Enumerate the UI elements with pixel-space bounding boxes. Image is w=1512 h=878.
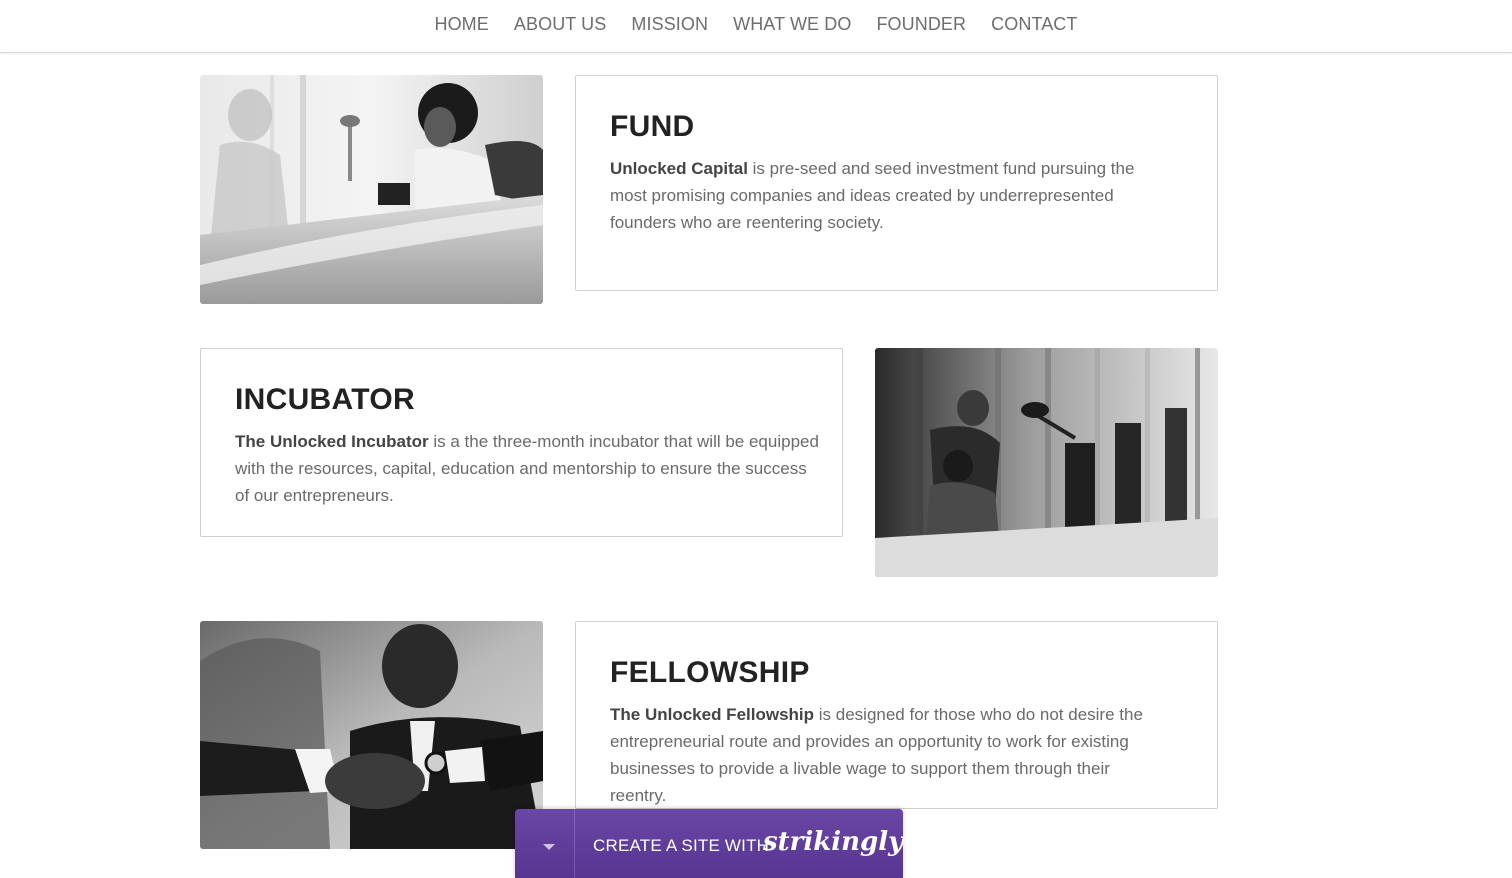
nav-item-mission[interactable]: MISSION xyxy=(619,13,721,35)
fellowship-description: The Unlocked Fellowship is designed for … xyxy=(610,701,1170,809)
caret-down-icon xyxy=(543,844,555,850)
nav-item-home[interactable]: HOME xyxy=(422,13,501,35)
incubator-title: INCUBATOR xyxy=(235,383,415,416)
fund-photo xyxy=(200,75,543,304)
create-site-promo-bar[interactable]: CREATE A SITE WITH strikingly xyxy=(515,809,903,878)
fund-card: FUND Unlocked Capital is pre-seed and se… xyxy=(575,75,1218,291)
fund-title: FUND xyxy=(610,110,695,143)
nav-item-founder[interactable]: FOUNDER xyxy=(864,13,979,35)
fund-description-bold: Unlocked Capital xyxy=(610,159,748,178)
nav-item-what-we-do[interactable]: WHAT WE DO xyxy=(721,13,864,35)
fellowship-photo xyxy=(200,621,543,849)
fellowship-card: FELLOWSHIP The Unlocked Fellowship is de… xyxy=(575,621,1218,809)
incubator-description: The Unlocked Incubator is a the three-mo… xyxy=(235,428,820,509)
fund-description: Unlocked Capital is pre-seed and seed in… xyxy=(610,155,1150,236)
incubator-photo xyxy=(875,348,1218,577)
strikingly-logo: strikingly xyxy=(763,827,904,857)
incubator-description-bold: The Unlocked Incubator xyxy=(235,432,429,451)
fellowship-title: FELLOWSHIP xyxy=(610,656,810,689)
promo-label: CREATE A SITE WITH xyxy=(593,836,770,855)
nav-menu: HOME ABOUT US MISSION WHAT WE DO FOUNDER… xyxy=(0,0,1512,50)
top-navbar: HOME ABOUT US MISSION WHAT WE DO FOUNDER… xyxy=(0,0,1512,53)
incubator-card: INCUBATOR The Unlocked Incubator is a th… xyxy=(200,348,843,537)
promo-collapse-toggle[interactable] xyxy=(515,809,575,878)
nav-item-contact[interactable]: CONTACT xyxy=(979,13,1090,35)
nav-item-about-us[interactable]: ABOUT US xyxy=(501,13,619,35)
fellowship-description-bold: The Unlocked Fellowship xyxy=(610,705,815,724)
